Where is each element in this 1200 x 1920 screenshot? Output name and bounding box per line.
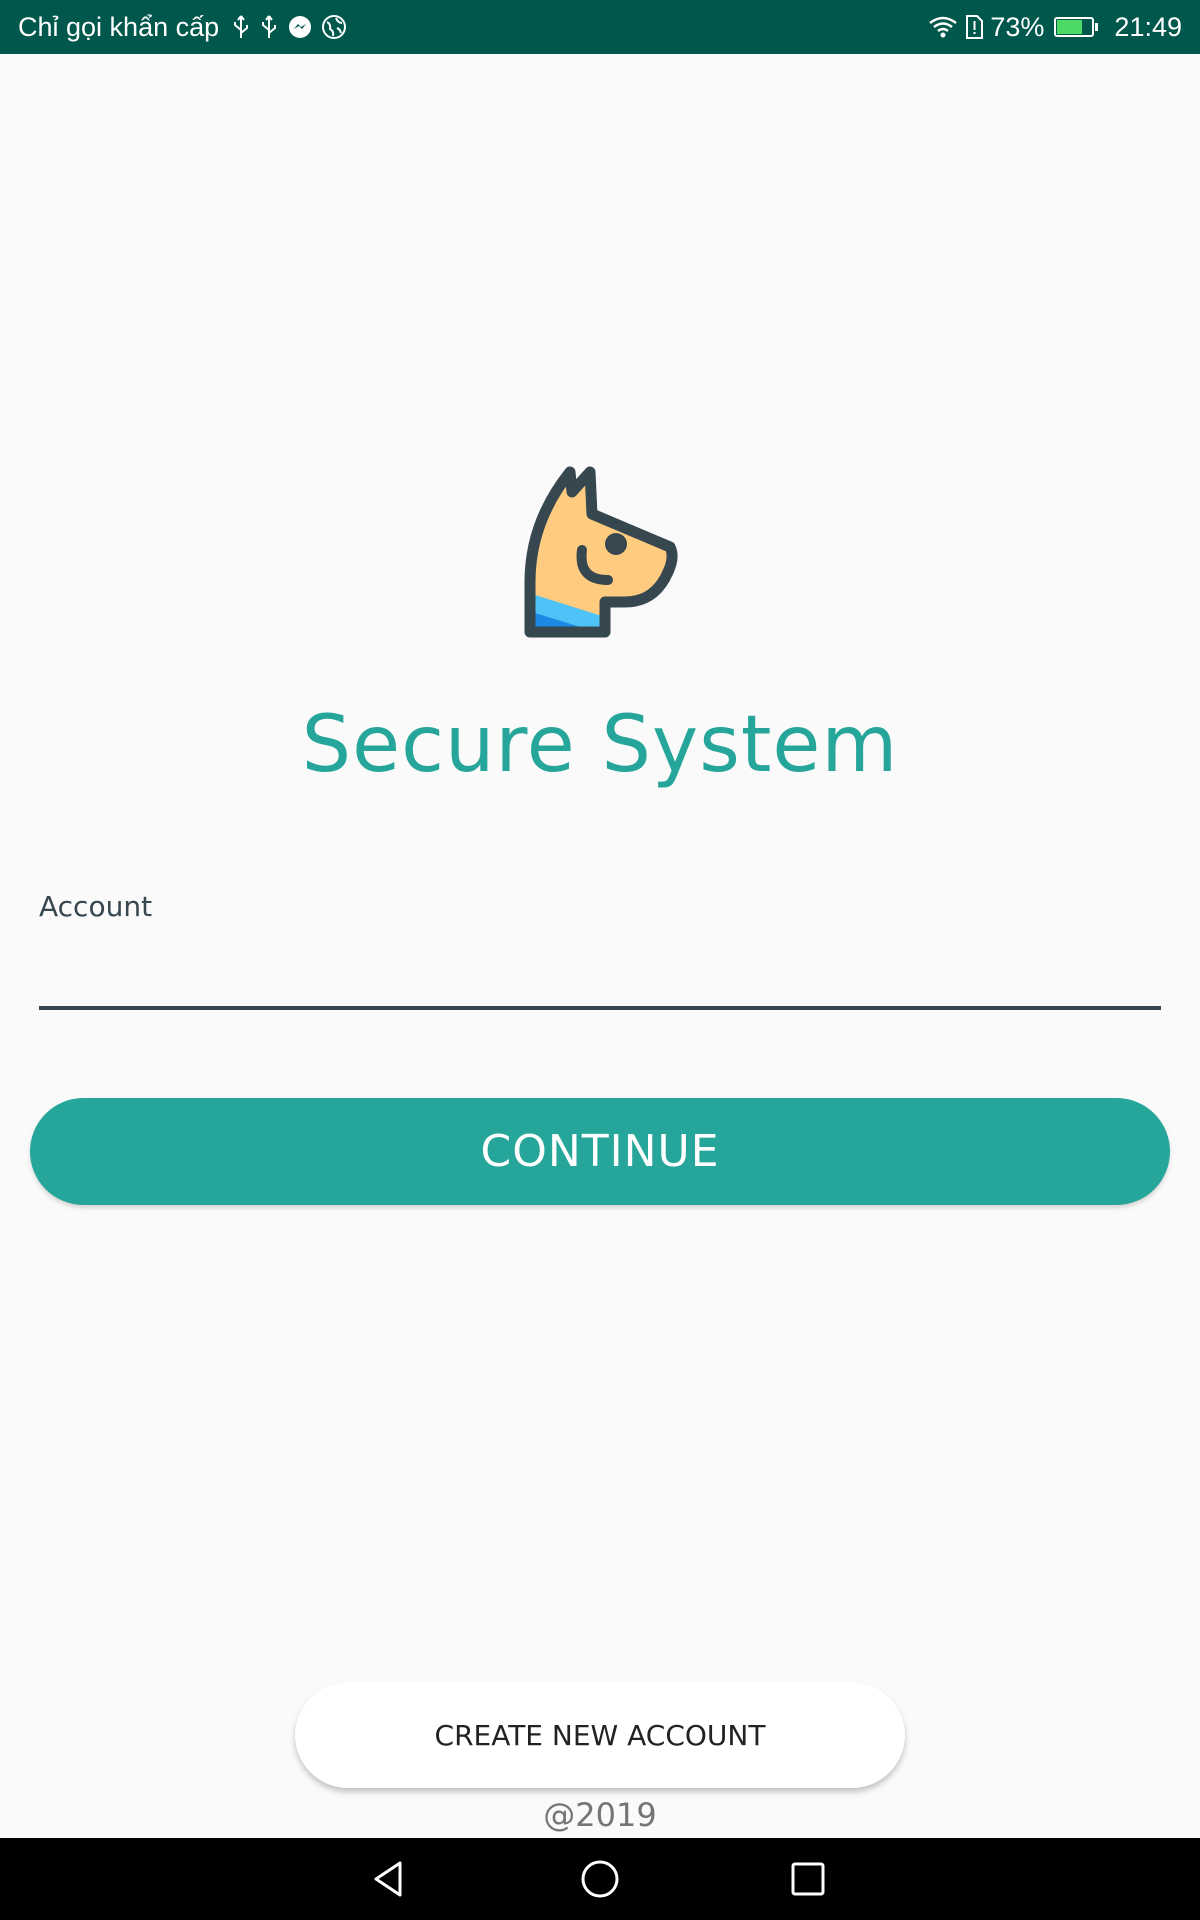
battery-percent: 73% bbox=[990, 11, 1045, 42]
status-bar: Chỉ gọi khẩn cấp 73% 21:49 bbox=[0, 0, 1200, 54]
copyright-text: @2019 bbox=[543, 1796, 657, 1834]
status-left: Chỉ gọi khẩn cấp bbox=[18, 12, 347, 43]
battery-level bbox=[1057, 20, 1083, 34]
create-account-button[interactable]: CREATE NEW ACCOUNT bbox=[295, 1682, 905, 1788]
recents-icon[interactable] bbox=[758, 1838, 858, 1920]
app-title: Secure System bbox=[301, 700, 899, 790]
vpn-globe-icon bbox=[321, 14, 347, 40]
clock: 21:49 bbox=[1114, 11, 1182, 42]
usb-icon bbox=[259, 14, 279, 40]
carrier-text: Chỉ gọi khẩn cấp bbox=[18, 11, 220, 42]
back-icon[interactable] bbox=[340, 1838, 440, 1920]
home-icon[interactable] bbox=[550, 1838, 650, 1920]
wifi-icon bbox=[928, 15, 958, 39]
continue-button[interactable]: CONTINUE bbox=[30, 1098, 1170, 1205]
navigation-bar bbox=[0, 1838, 1200, 1920]
status-right: 73% 21:49 bbox=[928, 12, 1182, 43]
sim-alert-icon bbox=[964, 14, 984, 40]
account-input[interactable] bbox=[39, 930, 1161, 1010]
login-screen: Chỉ gọi khẩn cấp 73% 21:49 Secure System… bbox=[0, 0, 1200, 1920]
messenger-icon bbox=[287, 14, 313, 40]
dog-head-logo bbox=[520, 462, 710, 642]
battery-charging-icon bbox=[1054, 17, 1099, 37]
account-label: Account bbox=[39, 890, 153, 923]
usb-icon bbox=[231, 14, 251, 40]
